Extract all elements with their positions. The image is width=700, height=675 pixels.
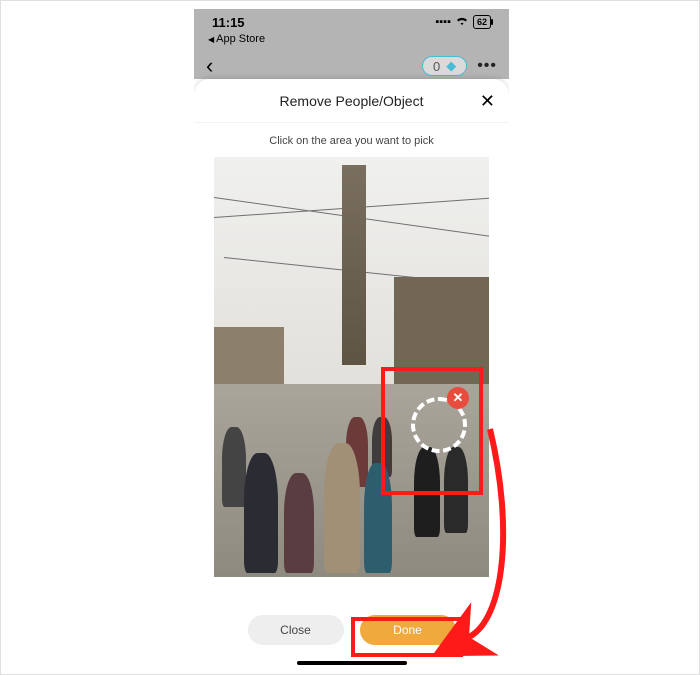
nav-row: ‹ 0 ◆ ••• [194,53,509,79]
image-person [284,473,314,573]
close-icon[interactable]: ✕ [480,91,495,112]
status-bar: 11:15 ▪▪▪▪ 62 [194,9,509,35]
modal-sheet: Remove People/Object ✕ Click on the area… [194,79,509,669]
image-person [222,427,246,507]
gem-count: 0 [433,59,440,74]
signal-icon: ▪▪▪▪ [435,16,451,28]
back-to-appstore[interactable]: App Store [208,33,265,45]
instruction-text: Click on the area you want to pick [194,123,509,157]
home-indicator[interactable] [297,661,407,665]
annotation-box-selection [381,367,483,495]
sheet-header: Remove People/Object ✕ [194,79,509,123]
battery-icon: 62 [473,15,491,29]
gem-balance-pill[interactable]: 0 ◆ [422,56,467,76]
close-button[interactable]: Close [248,615,344,645]
sheet-title: Remove People/Object [280,93,424,109]
wifi-icon [455,16,469,29]
more-menu-icon[interactable]: ••• [477,57,497,75]
gem-icon: ◆ [446,58,456,74]
status-icons: ▪▪▪▪ 62 [435,15,491,29]
phone-frame: 11:15 ▪▪▪▪ 62 App Store ‹ 0 ◆ ••• Remove… [194,9,509,669]
image-person [244,453,278,573]
editable-image[interactable]: ✕ [214,157,489,577]
image-tower [342,165,366,365]
status-time: 11:15 [212,15,245,30]
back-chevron-icon[interactable]: ‹ [206,53,213,79]
annotation-box-done [351,617,463,657]
dimmed-background: 11:15 ▪▪▪▪ 62 App Store ‹ 0 ◆ ••• [194,9,509,79]
image-person [324,443,360,573]
